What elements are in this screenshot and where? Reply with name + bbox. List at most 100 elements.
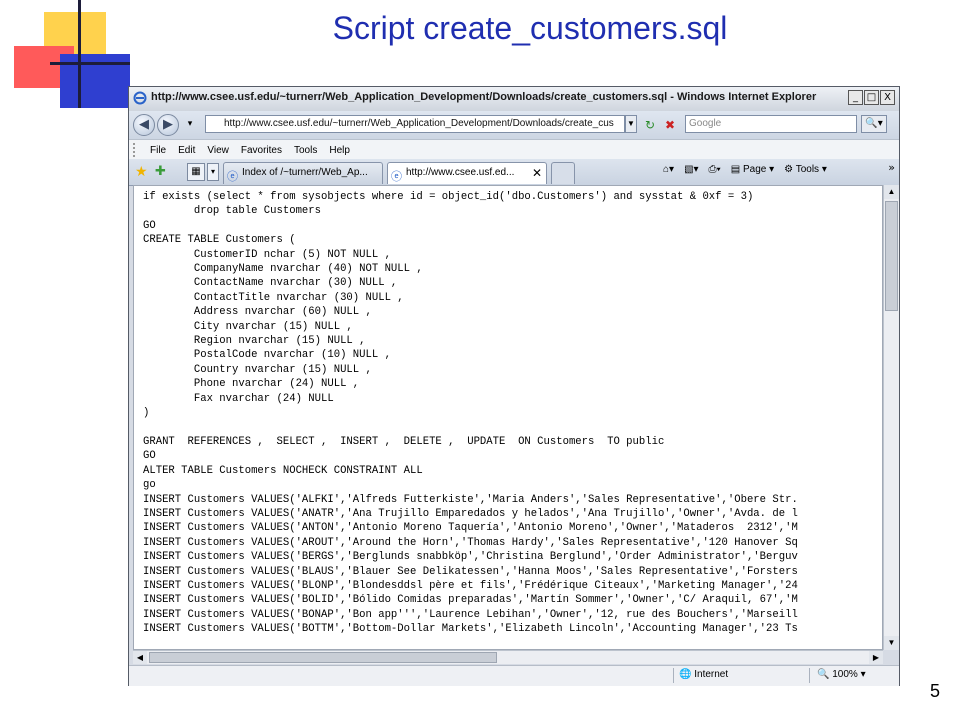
search-input[interactable]: Google <box>685 115 857 133</box>
code-line: INSERT Customers VALUES('BLAUS','Blauer … <box>143 565 798 578</box>
code-line: Phone nvarchar (24) NULL , <box>143 378 360 391</box>
code-line: INSERT Customers VALUES('BOTTM','Bottom-… <box>143 623 798 636</box>
menu-help[interactable]: Help <box>329 145 350 156</box>
code-line: CompanyName nvarchar (40) NOT NULL , <box>143 263 423 276</box>
search-button[interactable]: 🔍▾ <box>861 115 887 133</box>
code-line: PostalCode nvarchar (10) NULL , <box>143 349 391 362</box>
zoom-control[interactable]: 🔍 100% ▾ <box>817 669 866 680</box>
vertical-scrollbar[interactable]: ▲ ▼ <box>883 185 899 650</box>
tab-label: Index of /~turnerr/Web_Ap... <box>242 167 368 178</box>
page-content: if exists (select * from sysobjects wher… <box>133 185 883 650</box>
tab-index[interactable]: ⓔ Index of /~turnerr/Web_Ap... <box>223 162 383 184</box>
url-dropdown-button[interactable]: ▼ <box>625 115 637 133</box>
url-input[interactable]: http://www.csee.usf.edu/~turnerr/Web_App… <box>205 115 625 133</box>
code-line: drop table Customers <box>143 205 322 218</box>
nav-dropdown-icon[interactable]: ▾ <box>181 116 199 132</box>
code-line: ContactName nvarchar (30) NULL , <box>143 277 398 290</box>
tab-list-dropdown-icon[interactable]: ▾ <box>207 163 219 181</box>
stop-icon[interactable]: ✖ <box>661 117 679 133</box>
code-line: ) <box>143 407 150 420</box>
menu-file[interactable]: File <box>150 145 166 156</box>
horizontal-scrollbar[interactable]: ◀ ▶ <box>133 650 883 664</box>
code-line: GO <box>143 219 156 232</box>
globe-icon: 🌐 <box>679 669 692 680</box>
scroll-right-icon[interactable]: ▶ <box>869 651 883 664</box>
ie-page-icon: ⓔ <box>227 170 238 183</box>
window-titlebar: http://www.csee.usf.edu/~turnerr/Web_App… <box>129 87 899 112</box>
zoom-icon: 🔍 <box>817 669 830 680</box>
zone-label: Internet <box>694 669 729 680</box>
scroll-left-icon[interactable]: ◀ <box>133 651 147 664</box>
print-icon[interactable]: ⎙▾ <box>709 164 721 175</box>
minimize-button[interactable]: _ <box>848 90 863 105</box>
tab-bar: ★ ✚ ▦ ▾ ⓔ Index of /~turnerr/Web_Ap... ⓔ… <box>129 159 899 186</box>
code-line: ALTER TABLE Customers NOCHECK CONSTRAINT… <box>143 464 423 477</box>
maximize-button[interactable]: □ <box>864 90 879 105</box>
new-tab-button[interactable] <box>551 162 575 184</box>
code-line: INSERT Customers VALUES('ANTON','Antonio… <box>143 522 798 535</box>
menu-grip <box>133 143 138 157</box>
tab-close-icon[interactable]: ✕ <box>532 163 542 183</box>
menu-favorites[interactable]: Favorites <box>241 145 282 156</box>
add-favorite-icon[interactable]: ✚ <box>155 164 166 179</box>
code-line: GRANT REFERENCES , SELECT , INSERT , DEL… <box>143 435 665 448</box>
horizontal-scroll-thumb[interactable] <box>149 652 497 663</box>
address-bar: ◀ ▶ ▾ http://www.csee.usf.edu/~turnerr/W… <box>129 111 899 139</box>
code-line: CREATE TABLE Customers ( <box>143 234 296 247</box>
ie-page-icon: ⓔ <box>391 170 402 183</box>
status-bar: 🌐 Internet 🔍 100% ▾ <box>129 665 899 686</box>
scroll-up-icon[interactable]: ▲ <box>884 185 899 199</box>
tab-current[interactable]: ⓔ http://www.csee.usf.ed... ✕ <box>387 162 547 184</box>
quick-tabs-icon[interactable]: ▦ <box>187 163 205 181</box>
home-icon[interactable]: ⌂▾ <box>663 164 674 175</box>
slide-title: Script create_customers.sql <box>332 10 728 46</box>
close-button[interactable]: X <box>880 90 895 105</box>
refresh-icon[interactable]: ↻ <box>641 117 659 133</box>
code-line: City nvarchar (15) NULL , <box>143 320 353 333</box>
code-line: INSERT Customers VALUES('AROUT','Around … <box>143 536 798 549</box>
decor-horizontal-line <box>50 62 130 65</box>
code-line: INSERT Customers VALUES('BOLID','Bólido … <box>143 594 798 607</box>
code-line: GO <box>143 450 156 463</box>
sql-source-text: if exists (select * from sysobjects wher… <box>134 186 882 637</box>
window-title: http://www.csee.usf.edu/~turnerr/Web_App… <box>151 91 817 103</box>
menu-edit[interactable]: Edit <box>178 145 195 156</box>
status-divider <box>809 668 810 683</box>
ie-logo-icon <box>133 91 147 105</box>
code-line: Fax nvarchar (24) NULL <box>143 392 334 405</box>
scroll-down-icon[interactable]: ▼ <box>884 636 899 650</box>
code-line: Country nvarchar (15) NULL , <box>143 363 372 376</box>
browser-window: http://www.csee.usf.edu/~turnerr/Web_App… <box>128 86 900 686</box>
tools-menu[interactable]: ⚙ Tools ▾ <box>784 164 827 175</box>
slide-number: 5 <box>929 681 940 701</box>
tools-menu-label: Tools <box>795 164 820 175</box>
code-line: ContactTitle nvarchar (30) NULL , <box>143 291 404 304</box>
page-menu[interactable]: ▤ Page ▾ <box>731 164 774 175</box>
vertical-scroll-thumb[interactable] <box>885 201 898 311</box>
decor-vertical-line <box>78 0 81 108</box>
feeds-icon[interactable]: ▧▾ <box>684 164 698 175</box>
tab-label: http://www.csee.usf.ed... <box>406 167 515 178</box>
favorites-star-icon[interactable]: ★ <box>135 164 148 180</box>
back-button[interactable]: ◀ <box>133 114 155 136</box>
code-line: INSERT Customers VALUES('ANATR','Ana Tru… <box>143 507 798 520</box>
code-line: INSERT Customers VALUES('BLONP','Blondes… <box>143 579 798 592</box>
code-line: Address nvarchar (60) NULL , <box>143 306 372 319</box>
forward-button[interactable]: ▶ <box>157 114 179 136</box>
zoom-label: 100% <box>832 669 858 680</box>
menu-view[interactable]: View <box>207 145 229 156</box>
code-line: go <box>143 479 156 492</box>
code-line: INSERT Customers VALUES('BERGS','Berglun… <box>143 551 798 564</box>
code-line: CustomerID nchar (5) NOT NULL , <box>143 248 391 261</box>
menu-tools[interactable]: Tools <box>294 145 317 156</box>
command-bar: ⌂▾ ▧▾ ⎙▾ ▤ Page ▾ ⚙ Tools ▾ <box>663 164 827 175</box>
status-divider <box>673 668 674 683</box>
security-zone[interactable]: 🌐 Internet <box>679 669 728 680</box>
code-line: if exists (select * from sysobjects wher… <box>143 191 754 203</box>
code-line: Region nvarchar (15) NULL , <box>143 335 366 348</box>
code-line: INSERT Customers VALUES('ALFKI','Alfreds… <box>143 493 798 506</box>
code-line: INSERT Customers VALUES('BONAP','Bon app… <box>143 608 798 621</box>
chevron-more-icon[interactable]: » <box>888 161 895 174</box>
menu-bar: File Edit View Favorites Tools Help <box>129 139 899 161</box>
